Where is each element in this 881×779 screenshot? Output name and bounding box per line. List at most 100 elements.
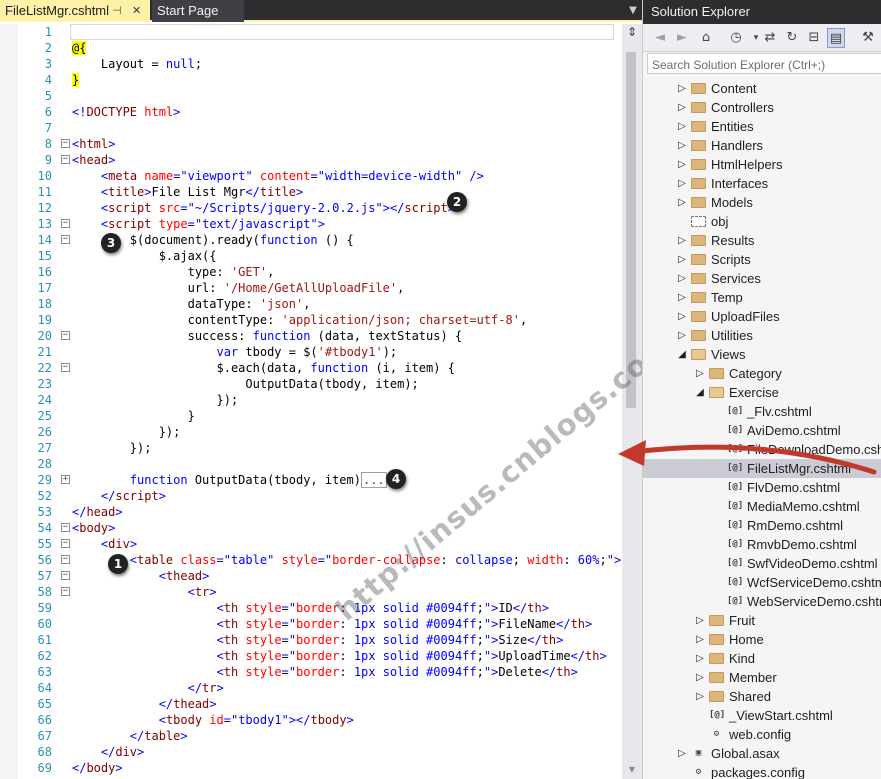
code-line[interactable]: 60 <th style="border: 1px solid #0094ff;… — [0, 616, 622, 632]
tree-item--viewstart-cshtml[interactable]: [@] _ViewStart.cshtml — [643, 706, 881, 725]
tree-item-category[interactable]: ▷ Category — [643, 364, 881, 383]
tree-item-packages-config[interactable]: ⚙ packages.config — [643, 763, 881, 779]
back-icon[interactable]: ◄ — [651, 28, 669, 48]
code-line[interactable]: 20− success: function (data, textStatus)… — [0, 328, 622, 344]
code-line[interactable]: 55− <div> — [0, 536, 622, 552]
code-line[interactable]: 56− <table class="table" style="border-c… — [0, 552, 622, 568]
tree-item-filelistmgr-cshtml[interactable]: [@] FileListMgr.cshtml — [643, 459, 881, 478]
code-line[interactable]: 15 $.ajax({ — [0, 248, 622, 264]
code-line[interactable]: 65 </thead> — [0, 696, 622, 712]
code-line[interactable]: 6 <!DOCTYPE html> — [0, 104, 622, 120]
close-icon[interactable]: ✕ — [132, 0, 141, 22]
code-line[interactable]: 62 <th style="border: 1px solid #0094ff;… — [0, 648, 622, 664]
collapse-icon[interactable]: − — [61, 331, 70, 340]
code-line[interactable]: 57− <thead> — [0, 568, 622, 584]
expand-arrow-icon[interactable]: ▷ — [677, 288, 687, 307]
show-all-files-icon[interactable]: ▤ — [827, 28, 845, 48]
code-line[interactable]: 66 <tbody id="tbody1"></tbody> — [0, 712, 622, 728]
code-line[interactable]: 11 <title>File List Mgr</title> — [0, 184, 622, 200]
tree-item-webservicedemo-cshtml[interactable]: [@] WebServiceDemo.cshtml — [643, 592, 881, 611]
tree-item-temp[interactable]: ▷ Temp — [643, 288, 881, 307]
collapse-icon[interactable]: − — [61, 539, 70, 548]
code-line[interactable]: 19 contentType: 'application/json; chars… — [0, 312, 622, 328]
tree-item-content[interactable]: ▷ Content — [643, 79, 881, 98]
tree-item-interfaces[interactable]: ▷ Interfaces — [643, 174, 881, 193]
collapse-icon[interactable]: − — [61, 571, 70, 580]
expand-arrow-icon[interactable]: ▷ — [677, 117, 687, 136]
tree-item-models[interactable]: ▷ Models — [643, 193, 881, 212]
collapse-icon[interactable]: − — [61, 363, 70, 372]
tree-item-exercise[interactable]: ◢ Exercise — [643, 383, 881, 402]
solution-tree[interactable]: ▷ Content ▷ Controllers ▷ Entities ▷ Handlers ▷ H… — [643, 79, 881, 779]
code-line[interactable]: 13− <script type="text/javascript"> — [0, 216, 622, 232]
tree-item-htmlhelpers[interactable]: ▷ HtmlHelpers — [643, 155, 881, 174]
tree-item-kind[interactable]: ▷ Kind — [643, 649, 881, 668]
code-line[interactable]: 22− $.each(data, function (i, item) { — [0, 360, 622, 376]
code-line[interactable]: 61 <th style="border: 1px solid #0094ff;… — [0, 632, 622, 648]
properties-icon[interactable]: ⚒ — [859, 28, 877, 48]
tree-item-global-asax[interactable]: ▷ ▣ Global.asax — [643, 744, 881, 763]
collapse-icon[interactable]: − — [61, 587, 70, 596]
code-line[interactable]: 64 </tr> — [0, 680, 622, 696]
pin-icon[interactable]: ⊣ — [112, 0, 122, 22]
tab-dropdown-icon[interactable]: ▼ — [626, 0, 640, 22]
collapse-icon[interactable]: − — [61, 555, 70, 564]
tree-item-rmvbdemo-cshtml[interactable]: [@] RmvbDemo.cshtml — [643, 535, 881, 554]
expand-arrow-icon[interactable]: ▷ — [695, 630, 705, 649]
expand-arrow-icon[interactable]: ▷ — [677, 307, 687, 326]
expand-arrow-icon[interactable]: ▷ — [677, 136, 687, 155]
tree-item-scripts[interactable]: ▷ Scripts — [643, 250, 881, 269]
code-line[interactable]: 4} — [0, 72, 622, 88]
expand-arrow-icon[interactable]: ▷ — [677, 174, 687, 193]
tree-item--flv-cshtml[interactable]: [@] _Flv.cshtml — [643, 402, 881, 421]
tree-item-mediamemo-cshtml[interactable]: [@] MediaMemo.cshtml — [643, 497, 881, 516]
expand-arrow-icon[interactable]: ▷ — [695, 611, 705, 630]
tree-item-swfvideodemo-cshtml[interactable]: [@] SwfVideoDemo.cshtml — [643, 554, 881, 573]
tree-item-handlers[interactable]: ▷ Handlers — [643, 136, 881, 155]
tree-item-flvdemo-cshtml[interactable]: [@] FlvDemo.cshtml — [643, 478, 881, 497]
code-line[interactable]: 5 — [0, 88, 622, 104]
code-line[interactable]: 3 Layout = null; — [0, 56, 622, 72]
expand-arrow-icon[interactable]: ▷ — [695, 649, 705, 668]
tree-item-utilities[interactable]: ▷ Utilities — [643, 326, 881, 345]
code-line[interactable]: 16 type: 'GET', — [0, 264, 622, 280]
code-line[interactable]: 9− <head> — [0, 152, 622, 168]
refresh-icon[interactable]: ↻ — [783, 28, 801, 48]
code-line[interactable]: 12 <script src="~/Scripts/jquery-2.0.2.j… — [0, 200, 622, 216]
split-window-icon[interactable]: ⇕ — [623, 24, 641, 40]
search-input[interactable] — [648, 55, 878, 75]
code-line[interactable]: 67 </table> — [0, 728, 622, 744]
tree-item-avidemo-cshtml[interactable]: [@] AviDemo.cshtml — [643, 421, 881, 440]
scroll-down-icon[interactable]: ▼ — [623, 762, 641, 778]
expand-icon[interactable]: + — [61, 475, 70, 484]
code-line[interactable]: 24 }); — [0, 392, 622, 408]
expand-arrow-icon[interactable]: ▷ — [695, 687, 705, 706]
expand-arrow-icon[interactable]: ▷ — [677, 269, 687, 288]
tree-item-controllers[interactable]: ▷ Controllers — [643, 98, 881, 117]
code-line[interactable]: 25 } — [0, 408, 622, 424]
expand-arrow-icon[interactable]: ▷ — [695, 668, 705, 687]
collapse-icon[interactable]: − — [61, 155, 70, 164]
tree-item-views[interactable]: ◢ Views — [643, 345, 881, 364]
code-line[interactable]: 54− <body> — [0, 520, 622, 536]
code-line[interactable]: 7 — [0, 120, 622, 136]
code-line[interactable]: 58− <tr> — [0, 584, 622, 600]
code-line[interactable]: 52 </script> — [0, 488, 622, 504]
tree-item-wcfservicedemo-cshtml[interactable]: [@] WcfServiceDemo.cshtml — [643, 573, 881, 592]
collapse-all-icon[interactable]: ⊟ — [805, 28, 823, 48]
code-line[interactable]: 59 <th style="border: 1px solid #0094ff;… — [0, 600, 622, 616]
expand-arrow-icon[interactable]: ▷ — [677, 79, 687, 98]
tree-item-member[interactable]: ▷ Member — [643, 668, 881, 687]
tree-item-uploadfiles[interactable]: ▷ UploadFiles — [643, 307, 881, 326]
collapsed-region-marker[interactable]: ... — [360, 472, 387, 488]
tree-item-entities[interactable]: ▷ Entities — [643, 117, 881, 136]
code-line[interactable]: 10 <meta name="viewport" content="width=… — [0, 168, 622, 184]
code-editor[interactable]: FileListMgr.cshtml ⊣ ✕ Start Page ▼ 1 2 @{… — [0, 0, 678, 779]
collapse-icon[interactable]: − — [61, 235, 70, 244]
sync-icon[interactable]: ⇄ — [761, 28, 779, 48]
collapse-arrow-icon[interactable]: ◢ — [677, 345, 687, 364]
tree-item-shared[interactable]: ▷ Shared — [643, 687, 881, 706]
code-line[interactable]: 8− <html> — [0, 136, 622, 152]
code-line[interactable]: 63 <th style="border: 1px solid #0094ff;… — [0, 664, 622, 680]
tree-item-home[interactable]: ▷ Home — [643, 630, 881, 649]
